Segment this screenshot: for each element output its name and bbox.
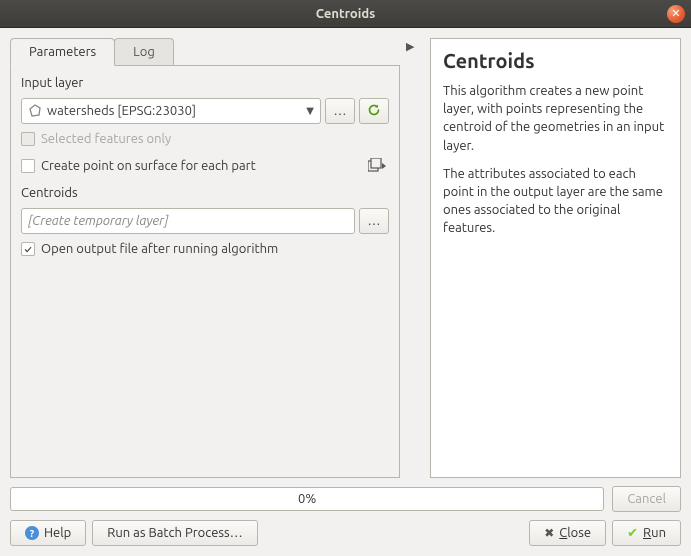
open-after-checkbox[interactable] (21, 242, 35, 256)
output-label: Centroids (21, 186, 389, 200)
close-button[interactable]: ✖ Close (529, 520, 606, 546)
help-button[interactable]: ? Help (10, 520, 86, 546)
window-body: Parameters Log Input layer watersheds [E… (0, 28, 691, 556)
tab-parameters[interactable]: Parameters (10, 38, 115, 66)
output-browse-button[interactable]: … (359, 208, 389, 234)
close-icon: ✕ (671, 9, 680, 20)
input-layer-reload-button[interactable] (359, 98, 389, 124)
collapse-gap: ▶ (408, 38, 422, 478)
input-layer-combo[interactable]: watersheds [EPSG:23030] ▼ (21, 98, 321, 124)
input-layer-label: Input layer (21, 76, 389, 90)
help-paragraph-1: This algorithm creates a new point layer… (443, 82, 668, 155)
open-after-label: Open output file after running algorithm (41, 242, 278, 256)
create-point-checkbox[interactable] (21, 159, 35, 173)
create-point-label: Create point on surface for each part (41, 159, 256, 173)
help-panel: Centroids This algorithm creates a new p… (430, 38, 681, 478)
iterate-button[interactable] (365, 154, 389, 178)
selected-only-label: Selected features only (41, 132, 171, 146)
progress-row: 0% Cancel (10, 486, 681, 512)
input-layer-browse-button[interactable]: … (325, 98, 355, 124)
output-placeholder: [Create temporary layer] (28, 214, 168, 228)
selected-only-row: Selected features only (21, 132, 389, 146)
tab-log[interactable]: Log (114, 38, 174, 65)
batch-button[interactable]: Run as Batch Process… (92, 520, 257, 546)
help-title: Centroids (443, 49, 668, 72)
close-button-label: Close (559, 526, 591, 540)
tab-bar: Parameters Log (10, 38, 400, 66)
left-pane: Parameters Log Input layer watersheds [E… (10, 38, 400, 478)
progress-bar: 0% (10, 487, 604, 511)
ellipsis-icon: … (334, 104, 347, 118)
window-title: Centroids (316, 7, 376, 21)
cancel-x-icon: ✖ (544, 526, 554, 540)
check-icon: ✔ (627, 526, 638, 541)
chevron-down-icon: ▼ (306, 105, 314, 117)
cancel-button: Cancel (612, 486, 681, 512)
collapse-arrow-icon[interactable]: ▶ (406, 40, 414, 53)
help-button-label: Help (44, 526, 71, 540)
help-icon: ? (25, 526, 39, 540)
titlebar: Centroids ✕ (0, 0, 691, 28)
progress-percent: 0% (298, 492, 316, 506)
main-row: Parameters Log Input layer watersheds [E… (10, 38, 681, 478)
selected-only-checkbox (21, 132, 35, 146)
parameters-panel: Input layer watersheds [EPSG:23030] ▼ … (10, 66, 400, 478)
button-row: ? Help Run as Batch Process… ✖ Close ✔ R… (10, 520, 681, 546)
run-button[interactable]: ✔ Run (612, 520, 681, 546)
reload-icon (367, 103, 381, 120)
ellipsis-icon: … (368, 214, 381, 228)
window-close-button[interactable]: ✕ (667, 5, 685, 23)
input-layer-value: watersheds [EPSG:23030] (47, 104, 196, 118)
output-layer-input[interactable]: [Create temporary layer] (21, 208, 355, 234)
run-button-label: Run (643, 526, 666, 540)
polygon-layer-icon (28, 104, 42, 118)
help-paragraph-2: The attributes associated to each point … (443, 165, 668, 238)
